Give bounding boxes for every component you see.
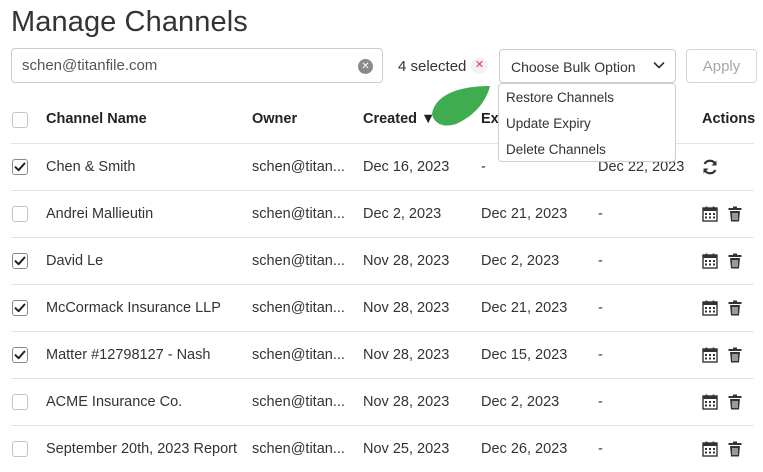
trash-icon[interactable] xyxy=(726,205,744,223)
header-actions: Actions xyxy=(702,111,756,127)
table-row[interactable]: September 20th, 2023 Report schen@titan..… xyxy=(11,426,754,472)
bulk-option-select[interactable]: Choose Bulk Option xyxy=(499,49,676,83)
calendar-icon[interactable] xyxy=(701,252,719,270)
apply-button[interactable]: Apply xyxy=(686,49,757,83)
table-row[interactable]: McCormack Insurance LLP schen@titan... Nov… xyxy=(11,285,754,332)
table-row[interactable]: ACME Insurance Co. schen@titan... Nov 28, … xyxy=(11,379,754,426)
channel-name: McCormack Insurance LLP xyxy=(46,300,221,316)
selected-count: 4 selected xyxy=(398,58,467,75)
calendar-icon[interactable] xyxy=(701,440,719,458)
channel-deleted: - xyxy=(598,206,603,222)
row-checkbox[interactable] xyxy=(12,347,28,363)
leaf-icon xyxy=(432,86,490,126)
bulk-option-label: Choose Bulk Option xyxy=(511,59,636,75)
row-checkbox[interactable] xyxy=(12,159,28,175)
table-row[interactable]: Matter #12798127 - Nash schen@titan... Nov… xyxy=(11,332,754,379)
channel-created: Dec 16, 2023 xyxy=(363,159,450,175)
search-box[interactable]: ✕ xyxy=(11,48,383,83)
row-checkbox[interactable] xyxy=(12,206,28,222)
clear-selection-icon[interactable]: ✕ xyxy=(471,57,488,74)
channel-expires: Dec 21, 2023 xyxy=(481,206,568,222)
channel-deleted: - xyxy=(598,394,603,410)
channel-deleted: - xyxy=(598,347,603,363)
row-checkbox[interactable] xyxy=(12,394,28,410)
table-row[interactable]: Andrei Mallieutin schen@titan... Dec 2, 20… xyxy=(11,191,754,238)
x-circle-icon[interactable]: ✕ xyxy=(358,59,373,74)
row-checkbox[interactable] xyxy=(12,441,28,457)
trash-icon[interactable] xyxy=(726,299,744,317)
calendar-icon[interactable] xyxy=(701,346,719,364)
channel-created: Nov 25, 2023 xyxy=(363,441,450,457)
restore-icon[interactable] xyxy=(701,158,719,176)
calendar-icon[interactable] xyxy=(701,393,719,411)
channel-owner: schen@titan... xyxy=(252,206,345,222)
trash-icon[interactable] xyxy=(726,440,744,458)
channel-name: Matter #12798127 - Nash xyxy=(46,347,211,363)
row-checkbox[interactable] xyxy=(12,300,28,316)
table-row[interactable]: David Le schen@titan... Nov 28, 2023 Dec 2,… xyxy=(11,238,754,285)
trash-icon[interactable] xyxy=(726,393,744,411)
header-created[interactable]: Created ▼ xyxy=(363,111,435,127)
channel-expires: - xyxy=(481,159,486,175)
channel-created: Nov 28, 2023 xyxy=(363,347,450,363)
channel-deleted: - xyxy=(598,300,603,316)
channel-name: David Le xyxy=(46,253,104,269)
channel-name: Andrei Mallieutin xyxy=(46,206,154,222)
channel-created: Nov 28, 2023 xyxy=(363,394,450,410)
channel-expires: Dec 21, 2023 xyxy=(481,300,568,316)
search-input[interactable] xyxy=(12,49,342,82)
channel-name: Chen & Smith xyxy=(46,159,136,175)
menu-item-update-expiry[interactable]: Update Expiry xyxy=(499,111,675,137)
channel-created: Nov 28, 2023 xyxy=(363,253,450,269)
channel-name: ACME Insurance Co. xyxy=(46,394,183,410)
trash-icon[interactable] xyxy=(726,252,744,270)
row-checkbox[interactable] xyxy=(12,253,28,269)
page-title: Manage Channels xyxy=(11,6,248,38)
channel-expires: Dec 2, 2023 xyxy=(481,253,560,269)
menu-item-restore-channels[interactable]: Restore Channels xyxy=(499,85,675,111)
channel-owner: schen@titan... xyxy=(252,347,345,363)
channel-owner: schen@titan... xyxy=(252,253,345,269)
channel-created: Nov 28, 2023 xyxy=(363,300,450,316)
calendar-icon[interactable] xyxy=(701,299,719,317)
header-owner[interactable]: Owner xyxy=(252,111,297,127)
channel-name: September 20th, 2023 Report xyxy=(46,441,238,457)
channel-deleted: - xyxy=(598,441,603,457)
select-all-checkbox[interactable] xyxy=(12,112,28,128)
header-channel-name[interactable]: Channel Name xyxy=(46,111,147,127)
channel-owner: schen@titan... xyxy=(252,394,345,410)
calendar-icon[interactable] xyxy=(701,205,719,223)
menu-item-delete-channels[interactable]: Delete Channels xyxy=(499,137,675,163)
channel-owner: schen@titan... xyxy=(252,300,345,316)
channel-owner: schen@titan... xyxy=(252,441,345,457)
channel-expires: Dec 15, 2023 xyxy=(481,347,568,363)
channel-expires: Dec 26, 2023 xyxy=(481,441,568,457)
channel-created: Dec 2, 2023 xyxy=(363,206,442,222)
chevron-down-icon xyxy=(653,62,665,69)
channel-expires: Dec 2, 2023 xyxy=(481,394,560,410)
trash-icon[interactable] xyxy=(726,346,744,364)
channel-deleted: - xyxy=(598,253,603,269)
channel-owner: schen@titan... xyxy=(252,159,345,175)
bulk-option-menu: Restore Channels Update Expiry Delete Ch… xyxy=(498,83,676,162)
